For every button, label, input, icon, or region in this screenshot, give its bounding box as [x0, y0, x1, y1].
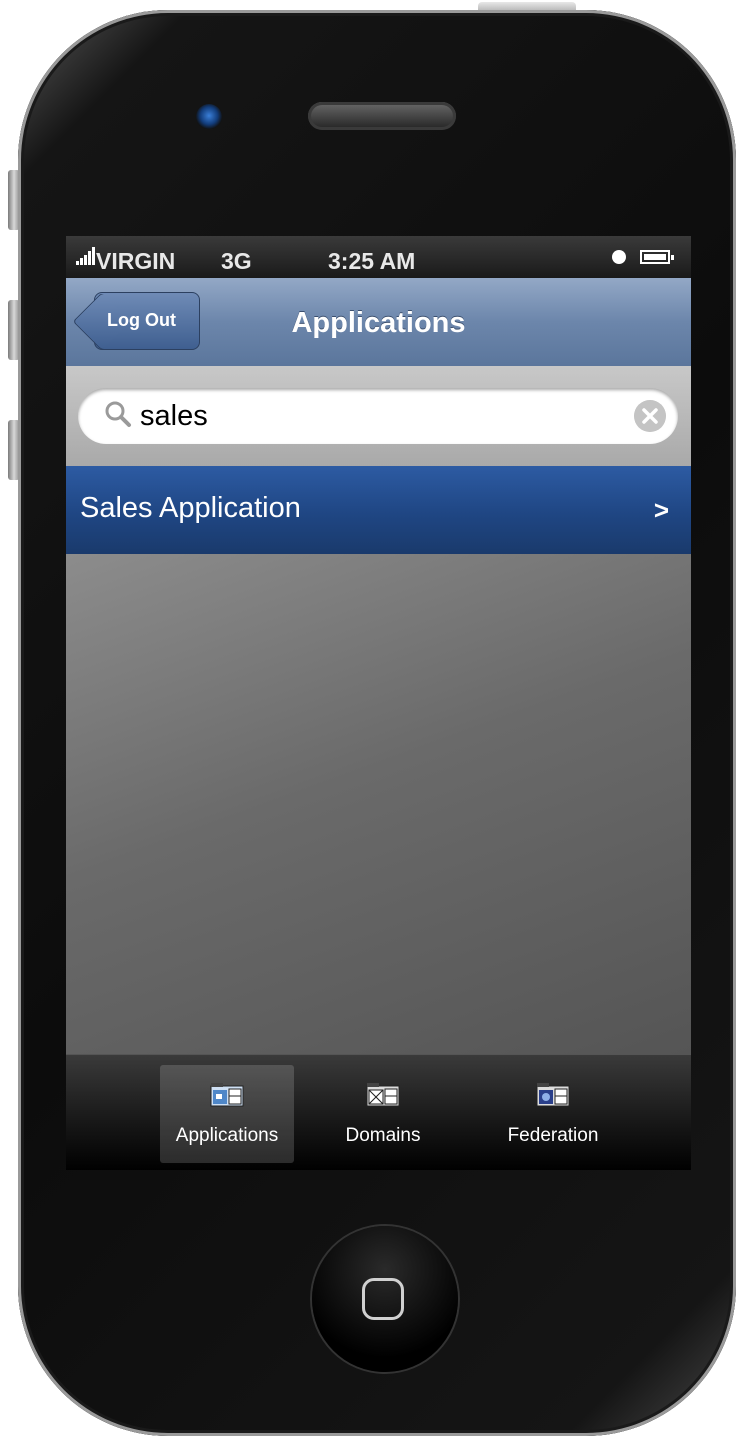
- search-icon: [105, 401, 131, 427]
- search-bar: [66, 366, 691, 466]
- content-area: [66, 554, 691, 1054]
- clear-search-icon[interactable]: [634, 400, 666, 432]
- list-item-sales-application[interactable]: Sales Application >: [66, 466, 691, 554]
- navigation-bar: Log Out Applications: [66, 278, 691, 367]
- chevron-right-icon: >: [653, 495, 669, 525]
- alarm-clock-icon: [612, 250, 626, 264]
- tab-applications[interactable]: Applications: [160, 1065, 294, 1163]
- network-type: 3G: [221, 248, 252, 274]
- tab-applications-label: Applications: [175, 1125, 279, 1146]
- list-item-label: Sales Application: [80, 492, 301, 524]
- applications-icon: [210, 1083, 244, 1107]
- tab-bar: Applications Domains Federation: [66, 1054, 691, 1170]
- earpiece-speaker: [308, 102, 456, 130]
- tab-domains-label: Domains: [345, 1125, 421, 1146]
- battery-icon: [640, 250, 674, 264]
- status-time: 3:25 AM: [328, 248, 416, 274]
- carrier-name: VIRGIN: [96, 248, 176, 274]
- tab-federation[interactable]: Federation: [486, 1065, 620, 1163]
- log-out-label: Log Out: [107, 310, 176, 330]
- home-button[interactable]: [312, 1226, 458, 1372]
- tab-domains[interactable]: Domains: [316, 1065, 450, 1163]
- signal-strength-icon: [76, 247, 95, 265]
- front-camera: [196, 104, 222, 130]
- search-field[interactable]: [78, 388, 678, 444]
- tab-federation-label: Federation: [507, 1125, 599, 1146]
- phone-screen: VIRGIN 3G 3:25 AM Log Out Applications S…: [66, 236, 691, 1170]
- status-bar: VIRGIN 3G 3:25 AM: [66, 236, 691, 278]
- federation-icon: [536, 1083, 570, 1107]
- search-input[interactable]: [140, 396, 610, 436]
- home-square-icon: [362, 1278, 404, 1320]
- domains-icon: [366, 1083, 400, 1107]
